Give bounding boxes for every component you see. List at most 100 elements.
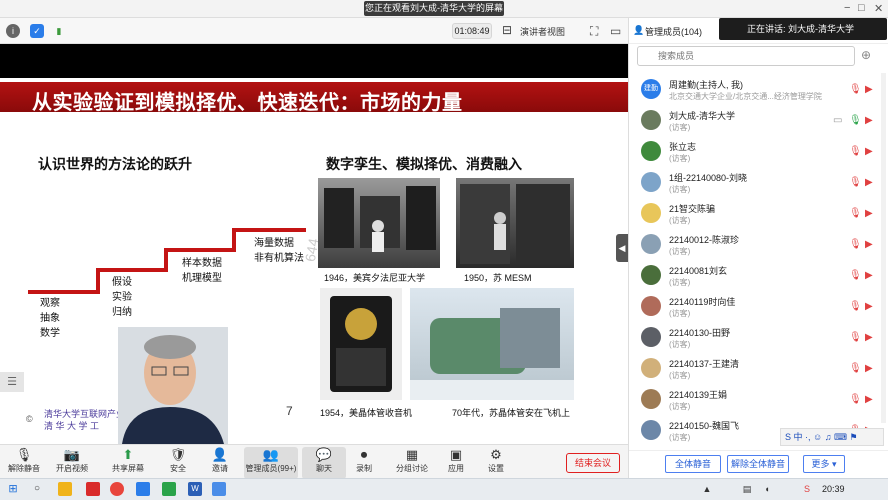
- member-name: 22140130-田野: [669, 328, 731, 338]
- invite-member-icon[interactable]: ⊕: [861, 48, 871, 62]
- app-blue-icon[interactable]: [212, 482, 226, 496]
- word-icon[interactable]: W: [188, 482, 202, 496]
- maximize-icon[interactable]: □: [858, 2, 865, 14]
- mic-muted-icon[interactable]: 🎙: [849, 363, 862, 374]
- end-meeting-button[interactable]: 结束会议: [566, 453, 620, 473]
- member-role: (访客): [669, 402, 691, 411]
- list-toggle-icon[interactable]: ☰: [0, 372, 24, 392]
- camera-off-icon[interactable]: ▶: [865, 394, 873, 405]
- mic-muted-icon[interactable]: 🎙: [849, 177, 862, 188]
- members-title: 管理成员(104): [645, 27, 703, 37]
- unmute-all-button[interactable]: 解除全体静音: [727, 455, 789, 473]
- mic-muted-icon: 🎙: [15, 447, 33, 462]
- meeting-controls: 🎙 解除静音 📷 开启视频 ⬆ 共享屏幕 🛡 安全 👤 邀请 👥 管理成员(99+) 💬 聊天…: [0, 444, 628, 479]
- volume-icon[interactable]: ◖: [760, 482, 774, 496]
- search-icon[interactable]: ○: [30, 482, 44, 496]
- mic-active-icon[interactable]: 🎙: [849, 115, 862, 126]
- apps-button[interactable]: ▣ 应用: [434, 447, 478, 479]
- mesm-photo: [456, 178, 574, 268]
- camera-off-icon[interactable]: ▶: [865, 84, 873, 95]
- ime-tray-icon[interactable]: S: [800, 482, 814, 496]
- mic-muted-icon[interactable]: 🎙: [849, 146, 862, 157]
- member-row[interactable]: 22140137-王建清 (访客) 🎙 ▶: [629, 355, 877, 386]
- screen-share-icon: ▭: [833, 115, 843, 126]
- mic-muted-icon[interactable]: 🎙: [849, 332, 862, 343]
- camera-off-icon[interactable]: ▶: [865, 332, 873, 343]
- record-button[interactable]: ⏺ 录制: [342, 447, 386, 479]
- shield-icon[interactable]: ✓: [30, 24, 44, 38]
- step-2-text: 假设 实验 归纳: [112, 275, 132, 320]
- share-screen-button[interactable]: ⬆ 共享屏幕: [106, 447, 150, 479]
- avatar: [641, 141, 661, 161]
- info-icon[interactable]: i: [6, 24, 20, 38]
- stair-riser-1: [96, 270, 100, 294]
- windows-start-icon[interactable]: ⊞: [6, 482, 20, 496]
- member-row[interactable]: 21智交陈骗 (访客) 🎙 ▶: [629, 200, 877, 231]
- mic-muted-icon[interactable]: 🎙: [849, 394, 862, 405]
- member-list-scrollbar[interactable]: [881, 73, 886, 423]
- mic-muted-icon[interactable]: 🎙: [849, 270, 862, 281]
- folder-icon[interactable]: [58, 482, 72, 496]
- member-role: 北京交通大学企业/北京交通...经济管理学院: [669, 92, 822, 101]
- camera-off-icon[interactable]: ▶: [865, 239, 873, 250]
- avatar: [641, 172, 661, 192]
- shield-icon: 🛡: [169, 447, 187, 462]
- unmute-button[interactable]: 🎙 解除静音: [2, 447, 46, 479]
- start-video-button[interactable]: 📷 开启视频: [50, 447, 94, 479]
- more-button[interactable]: 更多 ▾: [803, 455, 845, 473]
- chrome-icon[interactable]: [110, 482, 124, 496]
- layout-icon[interactable]: ▭: [610, 24, 621, 38]
- view-icon[interactable]: ⊟: [502, 23, 512, 37]
- member-row[interactable]: 22140119时向佳 (访客) 🎙 ▶: [629, 293, 877, 324]
- fullscreen-icon[interactable]: ⛶: [590, 24, 598, 39]
- tray-icon[interactable]: ▲: [700, 482, 714, 496]
- security-button[interactable]: 🛡 安全: [156, 447, 200, 479]
- camera-off-icon[interactable]: ▶: [865, 146, 873, 157]
- settings-button[interactable]: ⚙ 设置: [474, 447, 518, 479]
- camera-off-icon[interactable]: ▶: [865, 208, 873, 219]
- member-row[interactable]: 22140130-田野 (访客) 🎙 ▶: [629, 324, 877, 355]
- member-row[interactable]: 1组-22140080-刘晓 (访客) 🎙 ▶: [629, 169, 877, 200]
- network-icon[interactable]: ▤: [740, 482, 754, 496]
- ime-toolbar[interactable]: S 中 ·, ☺ ♫ ⌨ ⚑: [780, 428, 884, 446]
- camera-off-icon[interactable]: ▶: [865, 115, 873, 126]
- share-screen-label: 共享屏幕: [112, 464, 144, 473]
- members-icon: 👥: [262, 447, 280, 462]
- meeting-app-icon[interactable]: [136, 482, 150, 496]
- member-name: 21智交陈骗: [669, 204, 716, 214]
- mic-muted-icon[interactable]: 🎙: [849, 84, 862, 95]
- camera-off-icon[interactable]: ▶: [865, 177, 873, 188]
- speaker-image: [118, 327, 228, 444]
- member-row[interactable]: 22140012-陈淑珍 (访客) 🎙 ▶: [629, 231, 877, 262]
- member-search-input[interactable]: [637, 46, 855, 66]
- minimize-icon[interactable]: −: [844, 2, 850, 14]
- manage-members-button[interactable]: 👥 管理成员(99+): [244, 447, 298, 479]
- camera-off-icon[interactable]: ▶: [865, 301, 873, 312]
- avatar: [641, 296, 661, 316]
- avatar: [641, 203, 661, 223]
- member-row[interactable]: 刘大成-清华大学 (访客) ▭ 🎙 ▶: [629, 107, 877, 138]
- apps-label: 应用: [448, 464, 464, 473]
- camera-off-icon[interactable]: ▶: [865, 270, 873, 281]
- chat-button[interactable]: 💬 聊天: [302, 447, 346, 479]
- wechat-icon[interactable]: [162, 482, 176, 496]
- breakout-rooms-button[interactable]: ▦ 分组讨论: [390, 447, 434, 479]
- member-row[interactable]: 22140139王娟 (访客) 🎙 ▶: [629, 386, 877, 417]
- stair-riser-2: [164, 250, 168, 272]
- os-taskbar: ⊞ ○ W ▲ ▤ ◖ S 20:39: [0, 478, 888, 500]
- signal-icon: ▮: [56, 26, 62, 36]
- mic-muted-icon[interactable]: 🎙: [849, 208, 862, 219]
- mic-muted-icon[interactable]: 🎙: [849, 239, 862, 250]
- mic-muted-icon[interactable]: 🎙: [849, 301, 862, 312]
- window-title: 您正在观看刘大成-清华大学的屏幕: [364, 1, 504, 16]
- invite-button[interactable]: 👤 邀请: [198, 447, 242, 479]
- collapse-arrow-icon[interactable]: ◀: [616, 234, 628, 262]
- member-row[interactable]: 张立志 (访客) 🎙 ▶: [629, 138, 877, 169]
- camera-off-icon[interactable]: ▶: [865, 363, 873, 374]
- close-icon[interactable]: ✕: [874, 2, 883, 15]
- member-row[interactable]: 建勤 周建勤(主持人, 我) 北京交通大学企业/北京交通...经济管理学院 🎙 …: [629, 76, 877, 107]
- mute-all-button[interactable]: 全体静音: [665, 455, 721, 473]
- view-mode-button[interactable]: 演讲者视图: [520, 25, 565, 38]
- member-row[interactable]: 22140081刘玄 (访客) 🎙 ▶: [629, 262, 877, 293]
- app-red-icon[interactable]: [86, 482, 100, 496]
